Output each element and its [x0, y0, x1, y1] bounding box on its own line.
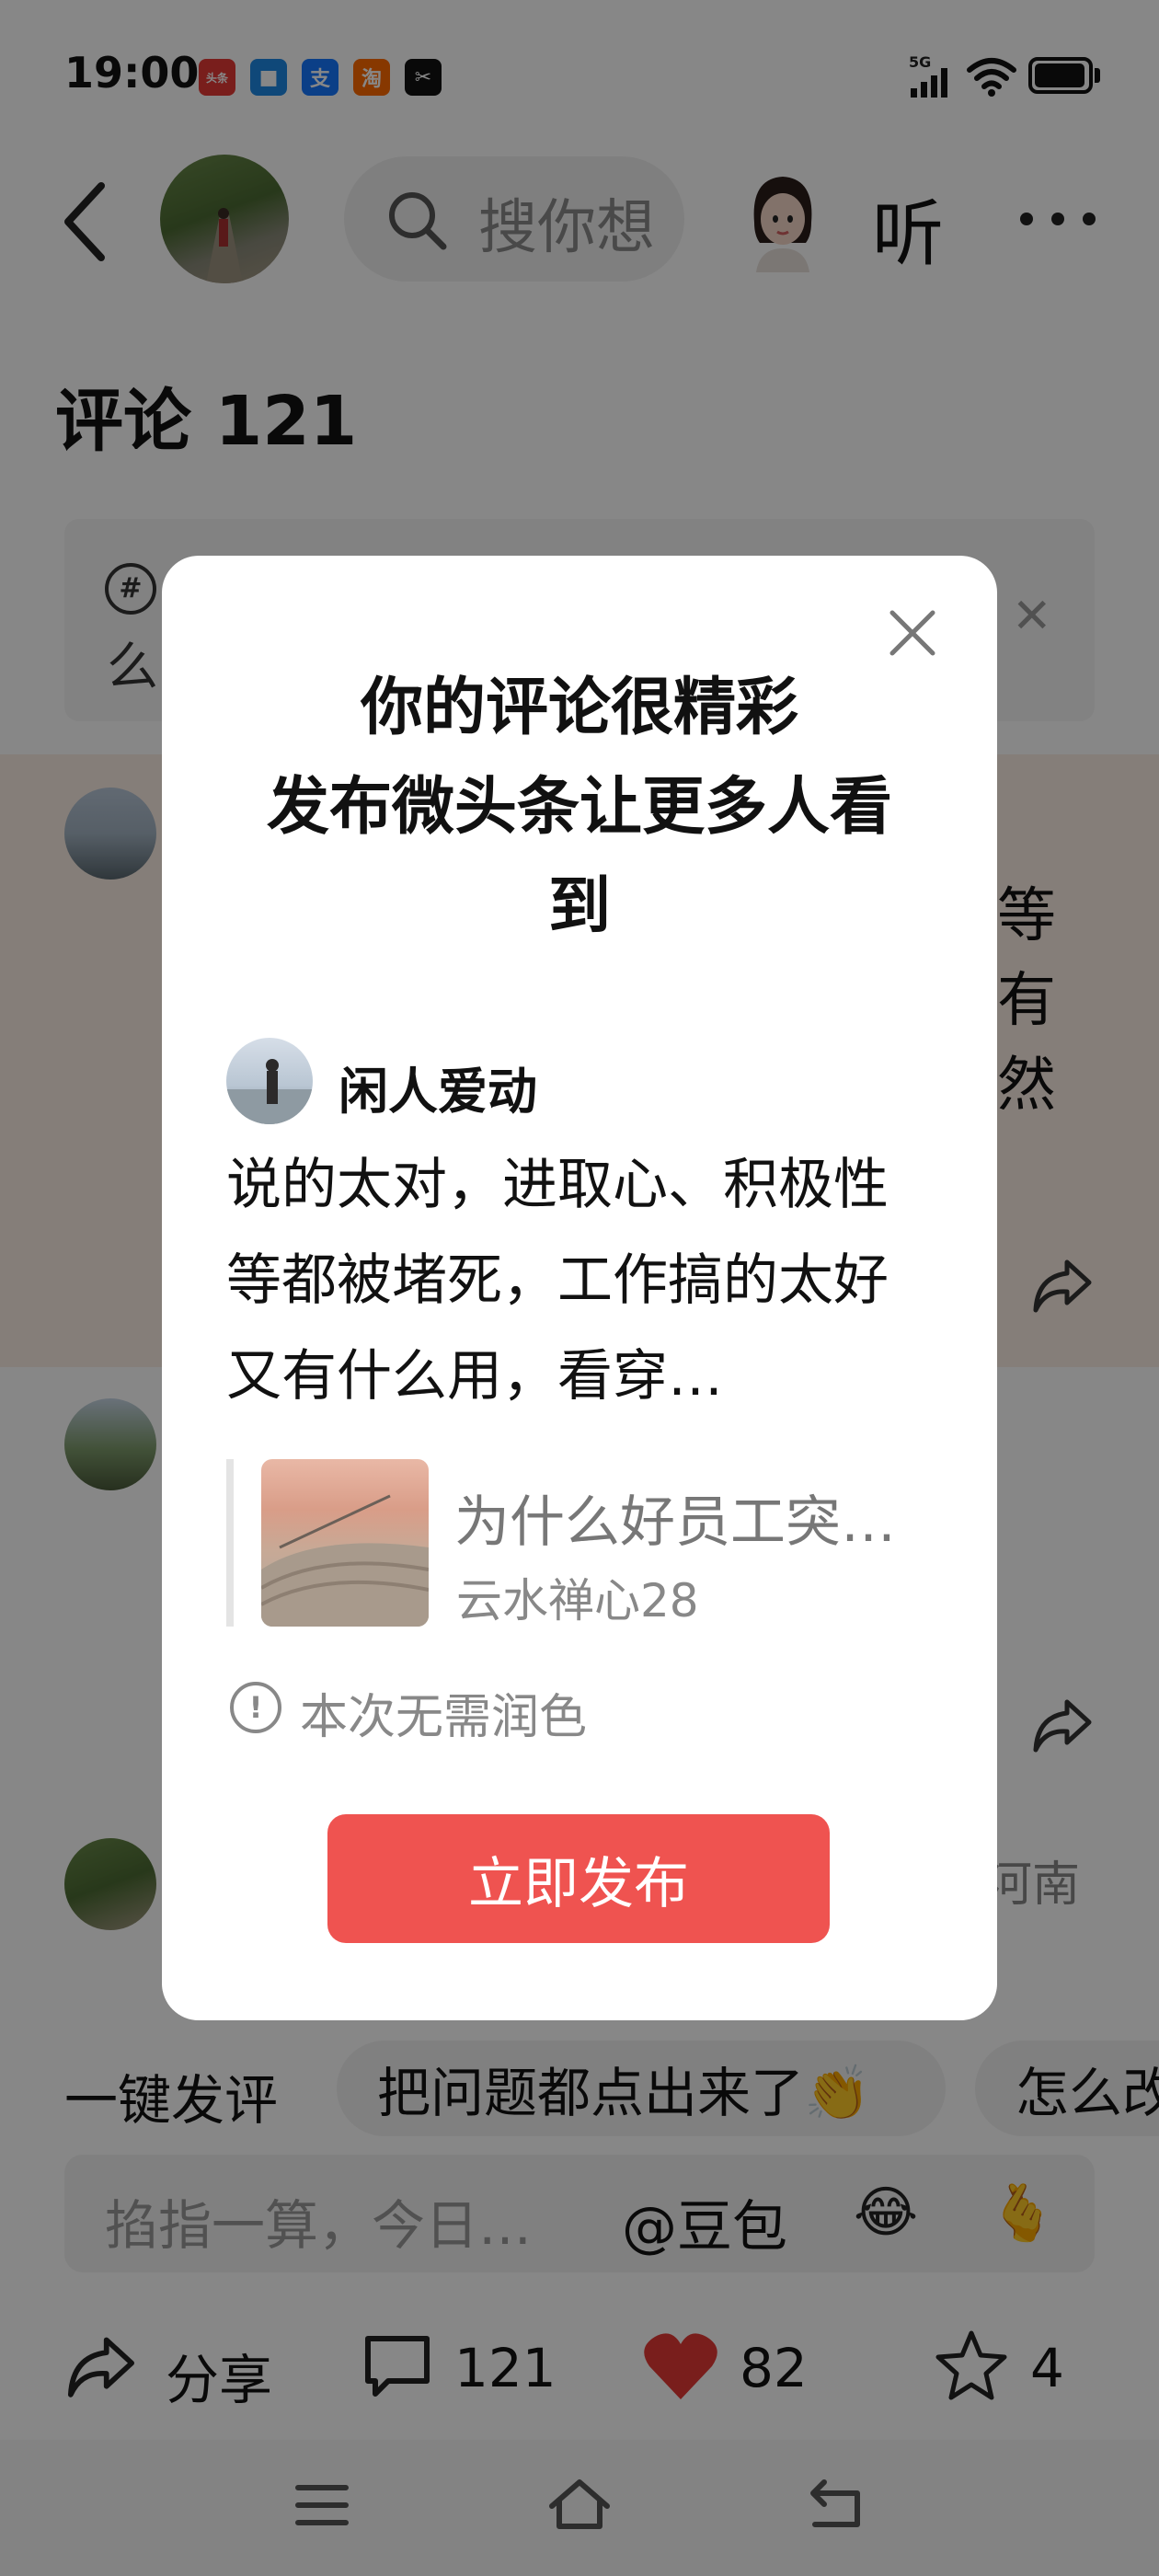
info-icon: !: [230, 1682, 281, 1733]
author-name: 闲人爱动: [339, 1063, 537, 1121]
modal-backdrop-top: [0, 0, 1159, 136]
close-icon[interactable]: [885, 605, 940, 661]
comment-preview-text: 说的太对，进取心、积极性等都被堵死，工作搞的太好又有什么用，看穿…: [226, 1153, 889, 1409]
modal-backdrop-bottom: [0, 2440, 1159, 2576]
article-title: 为什么好员工突…: [454, 1490, 896, 1555]
dialog-title-line2: 发布微头条让更多人看到: [266, 771, 892, 943]
polish-notice: 本次无需润色: [300, 1690, 588, 1745]
dialog-title-line1: 你的评论很精彩: [360, 672, 798, 744]
quote-bar: [226, 1459, 234, 1627]
article-author: 云水禅心28: [456, 1574, 699, 1627]
publish-now-button[interactable]: 立即发布: [327, 1814, 830, 1943]
author-avatar: [226, 1038, 313, 1124]
dialog-title: 你的评论很精彩 发布微头条让更多人看到: [162, 659, 997, 957]
article-thumbnail: [261, 1459, 429, 1627]
